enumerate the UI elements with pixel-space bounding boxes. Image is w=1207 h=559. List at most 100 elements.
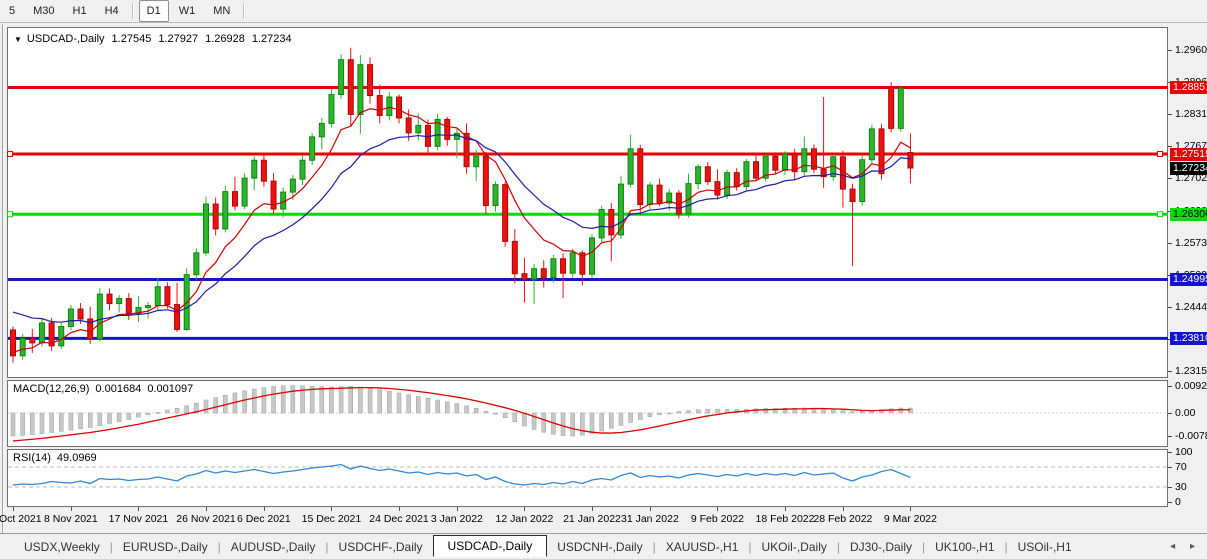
time-tick <box>206 507 207 511</box>
macd-axis-label-dash <box>1168 413 1172 414</box>
chart-title: ▼ USDCAD-,Daily 1.27545 1.27927 1.26928 1.272… <box>14 33 292 45</box>
chart-tab-audusd-[interactable]: AUDUSD-,Daily <box>221 537 326 557</box>
rsi-axis-label-dash <box>1168 487 1172 488</box>
chart-tab-usdx[interactable]: USDX,Weekly <box>14 537 110 557</box>
price-tick: 1.25735 <box>1175 237 1207 249</box>
time-label: 15 Dec 2021 <box>302 513 362 525</box>
chart-tab-usdchf-[interactable]: USDCHF-,Daily <box>329 537 433 557</box>
price-badge: 1.27515 <box>1170 148 1207 161</box>
macd-axis-label-dash <box>1168 436 1172 437</box>
time-tick <box>399 507 400 511</box>
rsi-axis-label-dash <box>1168 502 1172 503</box>
time-tick <box>264 507 265 511</box>
macd-signal-value: 0.001097 <box>147 383 193 395</box>
time-tick <box>524 507 525 511</box>
time-label: 31 Jan 2022 <box>621 513 679 525</box>
chart-tab-ukoil-[interactable]: UKOil-,Daily <box>752 537 837 557</box>
chart-tab-bar: USDX,Weekly|EURUSD-,Daily|AUDUSD-,Daily|… <box>0 533 1207 559</box>
toolbar-separator <box>243 3 245 19</box>
ohlc-close: 1.27234 <box>252 33 292 45</box>
chart-tab-xauusd-[interactable]: XAUUSD-,H1 <box>656 537 749 557</box>
chart-symbol-label: USDCAD-,Daily <box>27 33 105 45</box>
time-label: 29 Oct 2021 <box>0 513 42 525</box>
chart-tab-uk100-[interactable]: UK100-,H1 <box>925 537 1004 557</box>
price-badge: 1.26306 <box>1170 208 1207 221</box>
ohlc-high: 1.27927 <box>158 33 198 45</box>
timeframe-toolbar: 5M30H1H4 D1W1MN <box>0 0 1207 23</box>
macd-name: MACD(12,26,9) <box>13 383 89 395</box>
price-badge: 1.27234 <box>1170 162 1207 175</box>
time-label: 24 Dec 2021 <box>369 513 429 525</box>
timeframe-button-w1[interactable]: W1 <box>171 0 204 22</box>
time-label: 18 Feb 2022 <box>756 513 815 525</box>
timeframe-button-h1[interactable]: H1 <box>65 0 95 22</box>
time-tick <box>717 507 718 511</box>
rsi-value: 49.0969 <box>57 452 97 464</box>
rsi-axis-label-dash <box>1168 452 1172 453</box>
price-tick-dash <box>1168 243 1172 244</box>
rsi-axis-label: 70 <box>1175 461 1187 473</box>
time-tick <box>331 507 332 511</box>
chart-tab-usdcad-[interactable]: USDCAD-,Daily <box>433 535 548 557</box>
time-tick <box>650 507 651 511</box>
price-tick: 1.23155 <box>1175 365 1207 377</box>
time-tick <box>910 507 911 511</box>
price-badge: 1.23810 <box>1170 332 1207 345</box>
time-label: 12 Jan 2022 <box>496 513 554 525</box>
price-tick-dash <box>1168 50 1172 51</box>
chevron-down-icon[interactable]: ▼ <box>14 35 22 44</box>
tab-scroll-arrows[interactable]: ◂ ▸ <box>1170 541 1201 552</box>
price-tick-dash <box>1168 371 1172 372</box>
time-label: 3 Jan 2022 <box>431 513 483 525</box>
price-tick-dash <box>1168 307 1172 308</box>
rsi-panel[interactable] <box>7 449 1168 507</box>
price-axis[interactable]: 1.296051.289601.283151.276701.270251.263… <box>1168 27 1207 507</box>
time-label: 9 Mar 2022 <box>884 513 937 525</box>
macd-label: MACD(12,26,9) 0.001684 0.001097 <box>13 383 193 395</box>
rsi-axis-label-dash <box>1168 467 1172 468</box>
price-chart-panel[interactable] <box>7 27 1168 378</box>
time-tick <box>457 507 458 511</box>
ohlc-low: 1.26928 <box>205 33 245 45</box>
time-tick <box>843 507 844 511</box>
time-tick <box>785 507 786 511</box>
rsi-axis-label: 0 <box>1175 496 1181 508</box>
rsi-label: RSI(14) 49.0969 <box>13 452 97 464</box>
time-label: 17 Nov 2021 <box>109 513 169 525</box>
time-label: 26 Nov 2021 <box>176 513 236 525</box>
chart-tab-usoil-[interactable]: USOil-,H1 <box>1008 537 1082 557</box>
chart-tab-eurusd-[interactable]: EURUSD-,Daily <box>113 537 218 557</box>
chart-tab-dj30-[interactable]: DJ30-,Daily <box>840 537 922 557</box>
time-label: 9 Feb 2022 <box>691 513 744 525</box>
time-axis[interactable]: 29 Oct 20218 Nov 202117 Nov 202126 Nov 2… <box>7 507 1168 533</box>
time-tick <box>138 507 139 511</box>
rsi-axis-label: 100 <box>1175 446 1193 458</box>
timeframe-button-d1[interactable]: D1 <box>139 0 169 22</box>
toolbar-separator <box>132 3 134 19</box>
chart-tab-usdcnh-[interactable]: USDCNH-,Daily <box>547 537 652 557</box>
time-tick <box>71 507 72 511</box>
timeframe-button-m30[interactable]: M30 <box>25 0 62 22</box>
timeframe-button-5[interactable]: 5 <box>1 0 23 22</box>
time-label: 28 Feb 2022 <box>813 513 872 525</box>
macd-axis-label: -0.00780 <box>1175 430 1207 442</box>
mt4-terminal-window: 5M30H1H4 D1W1MN ▼ USDCAD-,Daily 1.27545 1.27… <box>0 0 1207 559</box>
timeframe-button-mn[interactable]: MN <box>205 0 238 22</box>
price-tick: 1.28315 <box>1175 108 1207 120</box>
price-tick-dash <box>1168 114 1172 115</box>
price-badge: 1.24995 <box>1170 273 1207 286</box>
ohlc-open: 1.27545 <box>112 33 152 45</box>
time-label: 21 Jan 2022 <box>563 513 621 525</box>
macd-axis-label: 0.009293 <box>1175 380 1207 392</box>
price-tick: 1.24445 <box>1175 301 1207 313</box>
timeframe-button-h4[interactable]: H4 <box>97 0 127 22</box>
rsi-name: RSI(14) <box>13 452 51 464</box>
macd-main-value: 0.001684 <box>95 383 141 395</box>
time-tick <box>592 507 593 511</box>
price-tick: 1.29605 <box>1175 44 1207 56</box>
rsi-axis-label: 30 <box>1175 481 1187 493</box>
time-tick <box>13 507 14 511</box>
time-label: 8 Nov 2021 <box>44 513 98 525</box>
price-tick-dash <box>1168 178 1172 179</box>
price-badge: 1.28851 <box>1170 81 1207 94</box>
